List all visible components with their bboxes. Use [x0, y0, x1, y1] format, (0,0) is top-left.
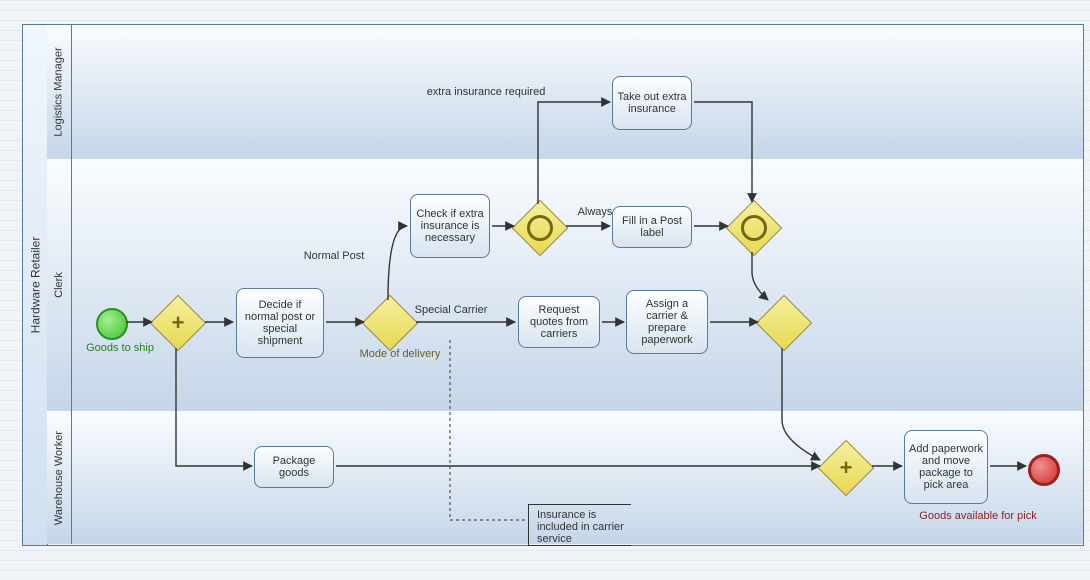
- lane-header-2: Clerk: [47, 159, 72, 411]
- diagram-canvas: Hardware Retailer Logistics Manager Cler…: [0, 0, 1090, 580]
- lane-logistics-manager: Logistics Manager: [47, 25, 1083, 160]
- label-always: Always: [570, 206, 620, 218]
- task-request-quotes[interactable]: Request quotes from carriers: [518, 296, 600, 348]
- pool-header: Hardware Retailer: [23, 25, 48, 545]
- lane-header-1: Logistics Manager: [47, 25, 72, 159]
- start-event[interactable]: [96, 308, 128, 340]
- task-take-out-extra-insurance[interactable]: Take out extra insurance: [612, 76, 692, 130]
- label-mode-of-delivery: Mode of delivery: [350, 348, 450, 360]
- task-package-goods[interactable]: Package goods: [254, 446, 334, 488]
- lane-title-1: Logistics Manager: [53, 47, 65, 136]
- task-fill-post-label[interactable]: Fill in a Post label: [612, 206, 692, 248]
- label-goods-available: Goods available for pick: [908, 510, 1048, 522]
- annotation-insurance-included: Insurance is included in carrier service: [528, 504, 631, 546]
- label-goods-to-ship: Goods to ship: [80, 342, 160, 354]
- task-check-insurance[interactable]: Check if extra insurance is necessary: [410, 194, 490, 258]
- lane-clerk: Clerk: [47, 159, 1083, 412]
- label-special-carrier: Special Carrier: [406, 304, 496, 316]
- label-normal-post: Normal Post: [294, 250, 374, 262]
- lane-title-2: Clerk: [53, 272, 65, 298]
- lane-header-3: Warehouse Worker: [47, 411, 72, 544]
- lane-title-3: Warehouse Worker: [53, 430, 65, 524]
- task-decide-shipment[interactable]: Decide if normal post or special shipmen…: [236, 288, 324, 358]
- task-assign-carrier[interactable]: Assign a carrier & prepare paperwork: [626, 290, 708, 354]
- label-extra-required: extra insurance required: [416, 86, 556, 98]
- task-add-paperwork[interactable]: Add paperwork and move package to pick a…: [904, 430, 988, 504]
- pool-title: Hardware Retailer: [28, 237, 42, 334]
- end-event[interactable]: [1028, 454, 1060, 486]
